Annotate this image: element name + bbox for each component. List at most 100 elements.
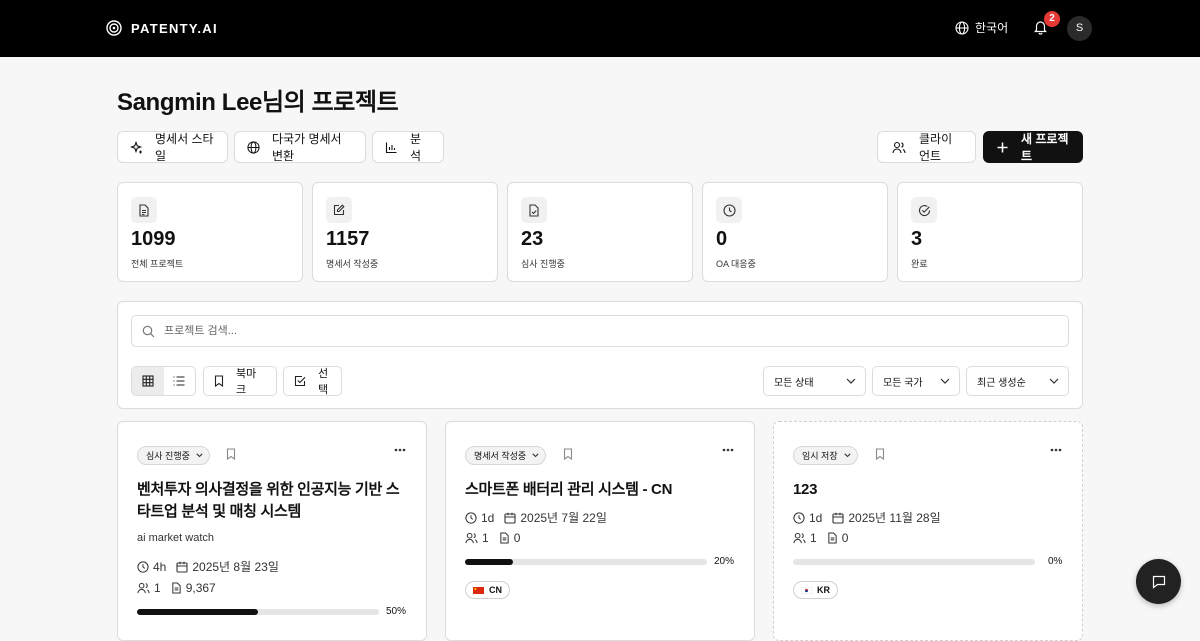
chat-fab-button[interactable]	[1136, 559, 1181, 604]
country-badge: CN	[465, 581, 510, 599]
progress-percent: 0%	[1048, 556, 1063, 567]
check-circle-icon	[911, 197, 937, 223]
bookmark-filter-button[interactable]: 북마크	[203, 366, 277, 396]
stat-value: 3	[911, 228, 923, 250]
more-options-button[interactable]	[1050, 448, 1062, 452]
calendar-icon	[504, 512, 516, 524]
status-filter-select[interactable]: 모든 상태	[763, 366, 866, 396]
bookmark-filter-label: 북마크	[236, 368, 257, 396]
grid-view-button[interactable]	[132, 367, 164, 395]
sort-value: 최근 생성순	[977, 377, 1026, 389]
status-dropdown[interactable]: 심사 진행중	[137, 446, 210, 465]
language-label: 한국어	[975, 21, 1009, 35]
project-title[interactable]: 스마트폰 배터리 관리 시스템 - CN	[465, 479, 740, 501]
project-meta-row: 1d 2025년 7월 22일	[465, 509, 617, 526]
plus-icon	[997, 142, 1008, 153]
project-age: 1d	[809, 510, 823, 525]
more-horizontal-icon	[394, 448, 406, 452]
chevron-down-icon	[1049, 378, 1059, 384]
bookmark-button[interactable]	[563, 448, 573, 460]
progress-percent: 50%	[386, 606, 407, 617]
globe-icon	[955, 20, 969, 35]
project-date: 2025년 8월 23일	[192, 560, 279, 574]
progress-percent: 20%	[714, 556, 735, 567]
stat-label: 심사 진행중	[521, 259, 565, 269]
project-card[interactable]: 임시 저장 123 1d 2025년 11월 28일 1 0 0% KR	[773, 421, 1083, 641]
filter-panel: 북마크 선택 모든 상태 모든 국가 최근 생성순	[117, 301, 1083, 409]
status-label: 명세서 작성중	[474, 451, 527, 461]
chevron-down-icon	[846, 378, 856, 384]
more-options-button[interactable]	[722, 448, 734, 452]
client-label: 클라이언트	[919, 132, 953, 163]
view-toggle	[131, 366, 196, 396]
project-title[interactable]: 123	[793, 479, 1068, 501]
bookmark-icon	[875, 448, 885, 460]
stat-card-oa[interactable]: 0 OA 대응중	[702, 182, 888, 282]
status-dropdown[interactable]: 임시 저장	[793, 446, 858, 465]
page-title: Sangmin Lee님의 프로젝트	[117, 89, 399, 116]
stat-value: 1157	[326, 228, 370, 250]
kr-flag-icon	[801, 586, 812, 594]
bookmark-icon	[563, 448, 573, 460]
country-filter-select[interactable]: 모든 국가	[872, 366, 960, 396]
sparkle-icon	[130, 140, 143, 154]
project-card[interactable]: 명세서 작성중 스마트폰 배터리 관리 시스템 - CN 1d 2025년 7월…	[445, 421, 755, 641]
stat-label: 명세서 작성중	[326, 259, 379, 269]
spec-style-label: 명세서 스타일	[155, 132, 214, 163]
stat-value: 1099	[131, 228, 176, 250]
multi-country-convert-button[interactable]: 다국가 명세서 변환	[234, 131, 366, 163]
project-meta-row: 1d 2025년 11월 28일	[793, 509, 951, 526]
project-count-row: 1 0	[465, 531, 530, 545]
spec-style-button[interactable]: 명세서 스타일	[117, 131, 228, 163]
chevron-down-icon	[844, 453, 851, 458]
project-card[interactable]: 심사 진행중 벤처투자 의사결정을 위한 인공지능 기반 스타트업 분석 및 매…	[117, 421, 427, 641]
member-count: 1	[482, 531, 489, 545]
country-code: CN	[489, 585, 502, 595]
stat-value: 0	[716, 228, 728, 250]
clock-icon	[716, 197, 742, 223]
users-icon	[892, 141, 906, 154]
stat-card-total[interactable]: 1099 전체 프로젝트	[117, 182, 303, 282]
document-icon	[499, 532, 510, 544]
language-selector[interactable]: 한국어	[955, 19, 1008, 36]
checkbox-icon	[294, 375, 306, 387]
stat-label: 전체 프로젝트	[131, 259, 184, 269]
cn-flag-icon	[473, 586, 484, 594]
clock-icon	[137, 560, 149, 573]
edit-icon	[326, 197, 352, 223]
multi-country-label: 다국가 명세서 변환	[272, 132, 342, 163]
brand-logo[interactable]: PATENTY.AI	[106, 20, 218, 36]
stat-label: 완료	[911, 259, 928, 269]
stat-label: OA 대응중	[716, 259, 756, 269]
progress-bar	[793, 559, 1035, 565]
bookmark-button[interactable]	[875, 448, 885, 460]
user-avatar[interactable]: S	[1067, 16, 1092, 41]
stat-card-drafting[interactable]: 1157 명세서 작성중	[312, 182, 498, 282]
users-icon	[137, 582, 150, 594]
analysis-button[interactable]: 분석	[372, 131, 444, 163]
document-icon	[131, 197, 157, 223]
project-title[interactable]: 벤처투자 의사결정을 위한 인공지능 기반 스타트업 분석 및 매칭 시스템	[137, 479, 412, 523]
bookmark-icon	[226, 448, 236, 460]
document-count: 9,367	[185, 581, 216, 595]
select-mode-button[interactable]: 선택	[283, 366, 342, 396]
stat-card-examination[interactable]: 23 심사 진행중	[507, 182, 693, 282]
list-view-button[interactable]	[164, 367, 196, 395]
search-icon	[142, 325, 155, 338]
search-box[interactable]	[131, 315, 1069, 347]
new-project-button[interactable]: 새 프로젝트	[983, 131, 1083, 163]
status-dropdown[interactable]: 명세서 작성중	[465, 446, 547, 465]
file-check-icon	[521, 197, 547, 223]
project-age: 1d	[481, 510, 495, 525]
stat-card-completed[interactable]: 3 완료	[897, 182, 1083, 282]
client-button[interactable]: 클라이언트	[877, 131, 976, 163]
member-count: 1	[154, 581, 161, 595]
calendar-icon	[176, 561, 188, 573]
bookmark-button[interactable]	[226, 448, 236, 460]
search-input[interactable]	[164, 325, 1014, 337]
select-mode-label: 선택	[318, 368, 329, 396]
more-options-button[interactable]	[394, 448, 406, 452]
chevron-down-icon	[940, 378, 950, 384]
sort-select[interactable]: 최근 생성순	[966, 366, 1069, 396]
project-age: 4h	[153, 559, 167, 574]
